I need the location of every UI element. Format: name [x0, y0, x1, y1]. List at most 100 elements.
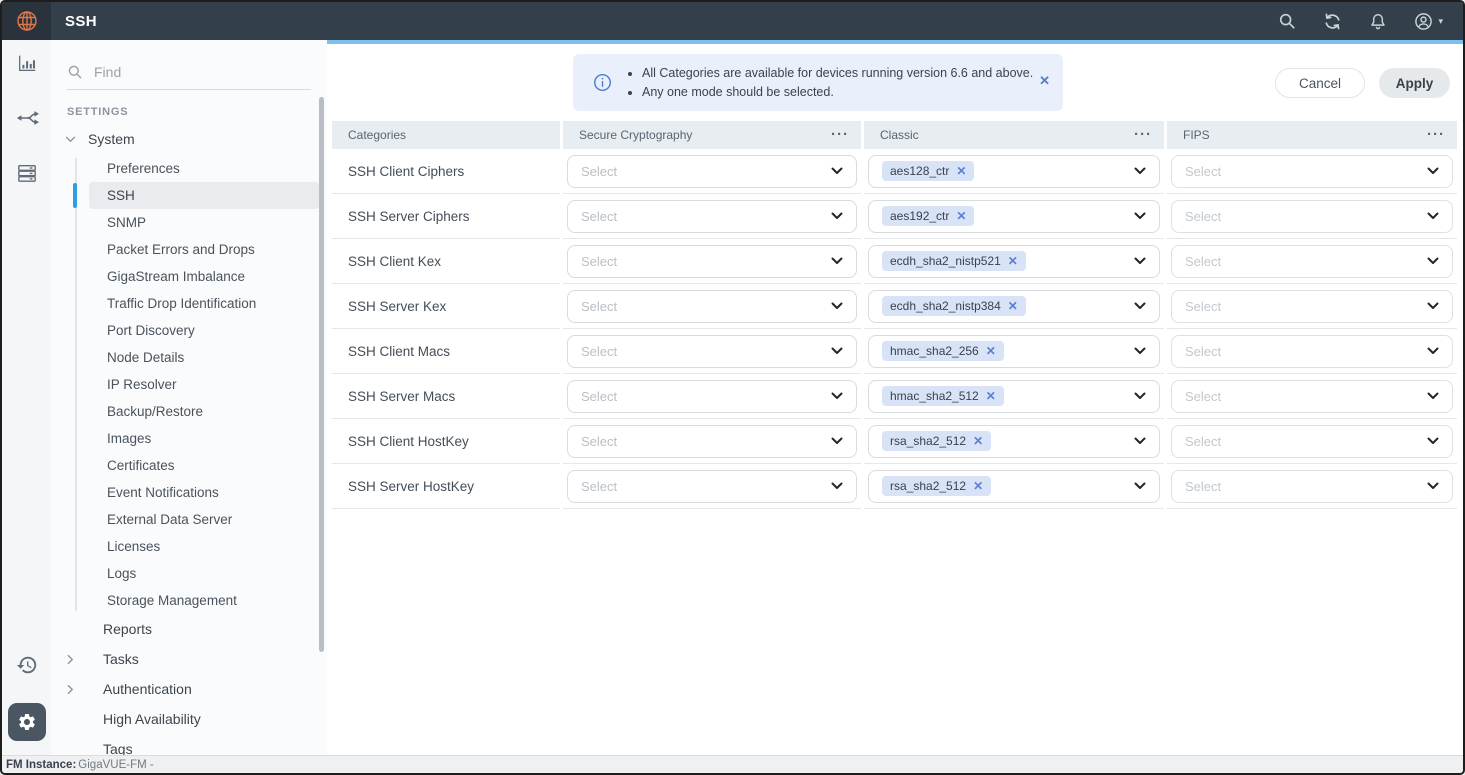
remove-chip-icon[interactable]: ✕: [956, 165, 966, 177]
history-icon[interactable]: [16, 654, 38, 681]
classic-select[interactable]: hmac_sha2_256 ✕: [868, 335, 1160, 368]
fips-select[interactable]: Select: [1171, 380, 1453, 413]
sidebar-item-certificates[interactable]: Certificates: [51, 452, 327, 479]
dashboard-chart-icon[interactable]: [16, 52, 38, 74]
sidebar-item-images[interactable]: Images: [51, 425, 327, 452]
ellipsis-menu-icon[interactable]: ···: [831, 130, 849, 140]
table-body: SSH Client Ciphers Select aes128_ctr ✕ S…: [332, 149, 1457, 509]
column-header-secure-cryptography: Secure Cryptography ···: [563, 121, 861, 149]
sidebar-item-ip-resolver[interactable]: IP Resolver: [51, 371, 327, 398]
refresh-icon[interactable]: [1323, 12, 1342, 31]
remove-chip-icon[interactable]: ✕: [986, 390, 996, 402]
sidebar-item-traffic-drop-identification[interactable]: Traffic Drop Identification: [51, 290, 327, 317]
classic-select[interactable]: rsa_sha2_512 ✕: [868, 470, 1160, 503]
chevron-down-icon: [831, 167, 843, 175]
sidebar-item-preferences[interactable]: Preferences: [51, 155, 327, 182]
fips-select[interactable]: Select: [1171, 200, 1453, 233]
remove-chip-icon[interactable]: ✕: [986, 345, 996, 357]
cancel-button[interactable]: Cancel: [1275, 68, 1365, 98]
sidebar-item-label: External Data Server: [107, 512, 232, 527]
sidebar-scrollbar[interactable]: [319, 97, 324, 652]
sidebar-item-authentication[interactable]: Authentication: [51, 674, 327, 704]
sidebar-item-label: Backup/Restore: [107, 404, 203, 419]
remove-chip-icon[interactable]: ✕: [1008, 300, 1018, 312]
secure-cryptography-select[interactable]: Select: [567, 425, 857, 458]
sidebar-item-tasks[interactable]: Tasks: [51, 644, 327, 674]
apply-button[interactable]: Apply: [1379, 68, 1450, 98]
sidebar-item-backup-restore[interactable]: Backup/Restore: [51, 398, 327, 425]
sidebar-item-label: Node Details: [107, 350, 184, 365]
secure-cryptography-select[interactable]: Select: [567, 380, 857, 413]
sidebar-item-system[interactable]: System: [51, 126, 327, 152]
sidebar-item-label: SNMP: [107, 215, 146, 230]
ellipsis-menu-icon[interactable]: ···: [1134, 130, 1152, 140]
ellipsis-menu-icon[interactable]: ···: [1427, 130, 1445, 140]
sidebar-item-high-availability[interactable]: High Availability: [51, 704, 327, 734]
secure-cryptography-select[interactable]: Select: [567, 335, 857, 368]
secure-cryptography-select[interactable]: Select: [567, 200, 857, 233]
classic-select[interactable]: rsa_sha2_512 ✕: [868, 425, 1160, 458]
nodes-icon[interactable]: [16, 162, 38, 184]
user-menu-icon[interactable]: ▾: [1414, 12, 1443, 31]
sidebar-item-packet-errors-and-drops[interactable]: Packet Errors and Drops: [51, 236, 327, 263]
classic-select[interactable]: ecdh_sha2_nistp384 ✕: [868, 290, 1160, 323]
remove-chip-icon[interactable]: ✕: [1008, 255, 1018, 267]
fips-cell: Select: [1167, 329, 1457, 374]
traffic-split-icon[interactable]: [15, 107, 39, 129]
sidebar-item-event-notifications[interactable]: Event Notifications: [51, 479, 327, 506]
fips-select[interactable]: Select: [1171, 470, 1453, 503]
chevron-down-icon: ▾: [1438, 16, 1443, 27]
sidebar-item-ssh[interactable]: SSH: [51, 182, 327, 209]
sidebar-item-port-discovery[interactable]: Port Discovery: [51, 317, 327, 344]
ssh-settings-panel: All Categories are available for devices…: [327, 40, 1463, 755]
find-input[interactable]: Find: [67, 54, 311, 90]
fips-cell: Select: [1167, 149, 1457, 194]
classic-select[interactable]: hmac_sha2_512 ✕: [868, 380, 1160, 413]
classic-select[interactable]: ecdh_sha2_nistp521 ✕: [868, 245, 1160, 278]
remove-chip-icon[interactable]: ✕: [973, 480, 983, 492]
search-icon[interactable]: [1278, 12, 1296, 30]
chevron-down-icon: [831, 257, 843, 265]
select-placeholder: Select: [1185, 209, 1221, 224]
sidebar-item-tags[interactable]: Tags: [51, 734, 327, 755]
find-placeholder: Find: [94, 64, 121, 80]
chevron-down-icon: [1134, 167, 1146, 175]
sidebar-item-logs[interactable]: Logs: [51, 560, 327, 587]
sidebar-item-storage-management[interactable]: Storage Management: [51, 587, 327, 614]
select-placeholder: Select: [1185, 479, 1221, 494]
remove-chip-icon[interactable]: ✕: [973, 435, 983, 447]
fips-select[interactable]: Select: [1171, 290, 1453, 323]
brand-logo[interactable]: [2, 2, 51, 40]
sidebar-item-reports[interactable]: Reports: [51, 614, 327, 644]
select-placeholder: Select: [581, 479, 617, 494]
notifications-bell-icon[interactable]: [1369, 12, 1387, 31]
secure-cryptography-select[interactable]: Select: [567, 470, 857, 503]
chevron-down-icon: [831, 392, 843, 400]
chevron-down-icon: [1134, 302, 1146, 310]
classic-select[interactable]: aes192_ctr ✕: [868, 200, 1160, 233]
secure-cryptography-select[interactable]: Select: [567, 245, 857, 278]
sidebar-item-node-details[interactable]: Node Details: [51, 344, 327, 371]
sidebar-item-snmp[interactable]: SNMP: [51, 209, 327, 236]
close-icon[interactable]: ✕: [1039, 73, 1050, 89]
classic-select[interactable]: aes128_ctr ✕: [868, 155, 1160, 188]
table-row: SSH Client Ciphers Select aes128_ctr ✕ S…: [332, 149, 1457, 194]
selected-chip: ecdh_sha2_nistp521 ✕: [882, 251, 1026, 271]
sidebar-item-gigastream-imbalance[interactable]: GigaStream Imbalance: [51, 263, 327, 290]
secure-cryptography-select[interactable]: Select: [567, 155, 857, 188]
sidebar-item-licenses[interactable]: Licenses: [51, 533, 327, 560]
sidebar-item-label: Port Discovery: [107, 323, 195, 338]
fips-select[interactable]: Select: [1171, 335, 1453, 368]
topbar-actions: ▾: [1278, 12, 1463, 31]
chevron-down-icon: [1134, 437, 1146, 445]
info-banner: All Categories are available for devices…: [573, 54, 1063, 111]
sidebar-item-external-data-server[interactable]: External Data Server: [51, 506, 327, 533]
settings-gear-icon[interactable]: [8, 703, 46, 741]
fips-select[interactable]: Select: [1171, 155, 1453, 188]
category-cell: SSH Server Ciphers: [332, 194, 560, 239]
secure-cryptography-select[interactable]: Select: [567, 290, 857, 323]
remove-chip-icon[interactable]: ✕: [956, 210, 966, 222]
select-placeholder: Select: [581, 299, 617, 314]
fips-select[interactable]: Select: [1171, 425, 1453, 458]
fips-select[interactable]: Select: [1171, 245, 1453, 278]
